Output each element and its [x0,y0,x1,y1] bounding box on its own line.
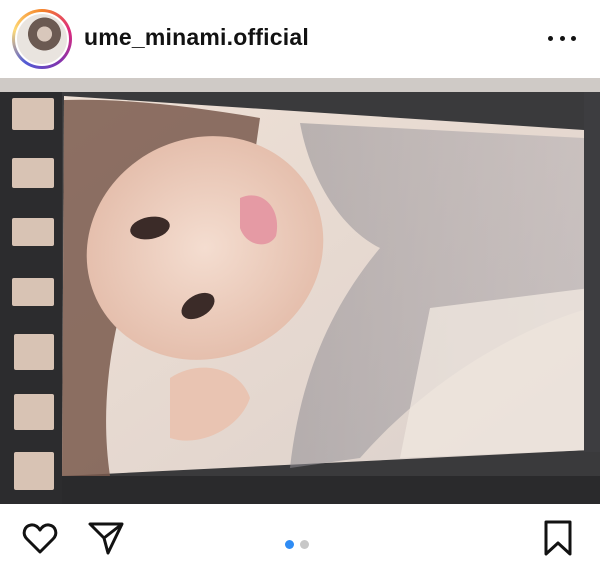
avatar-image [15,12,69,66]
bookmark-icon[interactable] [538,518,578,558]
instagram-post: ume_minami.official [0,0,600,563]
paper-plane-icon[interactable] [86,518,126,558]
carousel-dot-active [285,540,294,549]
username[interactable]: ume_minami.official [84,24,309,51]
heart-icon[interactable] [20,518,60,558]
post-header: ume_minami.official [0,0,600,78]
post-actions [0,504,600,563]
carousel-indicator [285,540,309,549]
monitor-photo-graphic [0,78,600,504]
post-photo[interactable] [0,78,600,504]
profile-avatar[interactable] [12,9,72,69]
more-options-icon[interactable] [548,28,576,48]
carousel-dot [300,540,309,549]
